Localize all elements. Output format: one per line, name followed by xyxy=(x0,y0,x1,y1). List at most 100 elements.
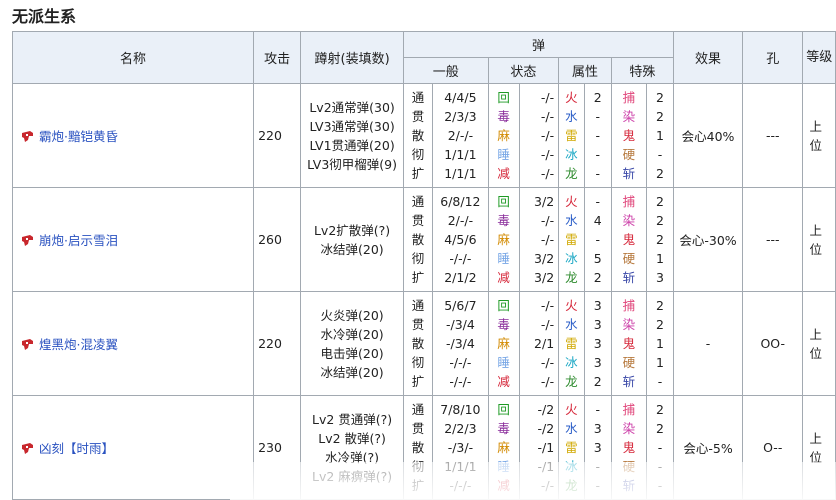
crouch-fire-list-line: 冰结弹(20) xyxy=(320,364,384,380)
rank-value: 上 位 xyxy=(802,187,836,292)
shot-type-list-line: 贯 xyxy=(411,317,425,332)
general-values-line: 2/-/- xyxy=(447,213,474,228)
status-values-line: -/- xyxy=(540,109,555,124)
element-values-line: 5 xyxy=(593,251,602,266)
crouch-fire-list-line: LV1贯通弹(20) xyxy=(309,137,395,153)
element-type-list-line: 冰 xyxy=(565,251,578,266)
status-values-line: -/- xyxy=(540,232,555,247)
effect-value: - xyxy=(673,291,744,396)
status-values-line: -/- xyxy=(540,166,555,181)
crouch-fire-list-line: LV3通常弹(30) xyxy=(309,118,395,134)
element-values-line: - xyxy=(595,166,600,181)
special-type-list-line: 鬼 xyxy=(622,128,636,143)
special-type-list-line: 斩 xyxy=(622,166,636,181)
general-values-line: 4/5/6 xyxy=(444,232,477,247)
status-values-line: 3/2 xyxy=(534,194,555,209)
weapon-name-link[interactable]: 凶刻【时雨】 xyxy=(39,441,114,456)
general-values-line: 1/1/1 xyxy=(444,147,477,162)
general-values: 5/6/7 -/3/4 -/3/4 -/-/- -/-/- xyxy=(432,291,489,396)
status-type-list: 回毒麻睡减 xyxy=(487,187,520,292)
special-type-list-line: 硬 xyxy=(622,147,636,162)
slots-value: --- xyxy=(742,83,804,188)
shot-type-list-line: 通 xyxy=(411,298,425,313)
element-type-list-line: 水 xyxy=(565,317,578,332)
special-values-line: 2 xyxy=(655,298,664,313)
crouch-fire-list-line: Lv2扩散弹(?) xyxy=(313,222,391,238)
status-values: -/- -/- -/- -/- -/- xyxy=(518,83,560,188)
effect-value: 会心40% xyxy=(673,83,744,188)
weapon-name-link[interactable]: 霸炮·黯铠黄昏 xyxy=(39,129,118,144)
shot-type-list-line: 扩 xyxy=(411,166,425,181)
weapon-table: 名称 攻击 蹲射(装填数) 弹 效果 孔 等级 一般 状态 属性 特殊 霸炮·黯… xyxy=(11,31,836,500)
bowgun-icon xyxy=(21,442,34,455)
attack-value: 220 xyxy=(253,83,302,188)
shot-type-list-line: 扩 xyxy=(411,270,425,285)
status-values-line: -/- xyxy=(540,213,555,228)
status-type-list-line: 减 xyxy=(497,166,510,181)
element-type-list-line: 雷 xyxy=(565,336,578,351)
special-values-line: - xyxy=(657,440,663,455)
crouch-fire-list-line: 水冷弹(20) xyxy=(320,326,384,342)
shot-type-list-line: 散 xyxy=(411,440,425,455)
special-type-list: 捕染鬼硬斩 xyxy=(610,291,647,396)
weapon-name-link[interactable]: 煌黑炮·混凌翼 xyxy=(39,337,118,352)
general-values-line: -/-/- xyxy=(449,251,472,266)
special-type-list-line: 捕 xyxy=(622,90,636,105)
crouch-fire-list: 火炎弹(20) 水冷弹(20) 电击弹(20) 冰结弹(20) xyxy=(300,291,404,396)
status-type-list-line: 回 xyxy=(497,194,510,209)
special-values-line: 2 xyxy=(655,109,664,124)
special-values-line: - xyxy=(657,374,663,389)
shot-type-list: 通贯散彻扩 xyxy=(402,291,434,396)
element-type-list-line: 冰 xyxy=(565,355,578,370)
element-type-list-line: 火 xyxy=(565,298,578,313)
special-type-list-line: 染 xyxy=(622,421,636,436)
special-type-list: 捕染鬼硬斩 xyxy=(610,187,647,292)
element-values-line: 2 xyxy=(593,374,602,389)
bowgun-icon xyxy=(21,338,34,351)
status-values-line: -/- xyxy=(540,317,555,332)
special-values-line: 2 xyxy=(655,213,664,228)
header-general: 一般 xyxy=(402,57,489,84)
shot-type-list-line: 贯 xyxy=(411,213,425,228)
special-type-list-line: 染 xyxy=(622,213,636,228)
special-type-list-line: 捕 xyxy=(622,298,636,313)
status-values-line: -/- xyxy=(540,147,555,162)
element-values-line: 3 xyxy=(593,421,602,436)
special-type-list-line: 鬼 xyxy=(622,232,636,247)
element-values-line: 3 xyxy=(593,355,602,370)
effect-value: 会心-30% xyxy=(673,187,744,292)
general-values-line: -/-/- xyxy=(449,355,472,370)
status-type-list-line: 麻 xyxy=(497,440,510,455)
header-attack: 攻击 xyxy=(253,31,302,84)
header-ammo: 蹲射(装填数) xyxy=(300,31,404,84)
status-type-list-line: 睡 xyxy=(497,251,510,266)
special-type-list-line: 鬼 xyxy=(622,336,636,351)
header-slots: 孔 xyxy=(742,31,804,84)
special-values-line: 1 xyxy=(655,355,664,370)
special-values-line: 2 xyxy=(655,402,664,417)
element-values-line: 4 xyxy=(593,213,602,228)
special-values: 2 2 1 - 2 xyxy=(645,83,675,188)
special-type-list-line: 硬 xyxy=(622,251,636,266)
status-type-list-line: 麻 xyxy=(497,128,510,143)
general-values-line: 2/2/3 xyxy=(444,421,477,436)
attack-value: 220 xyxy=(253,291,302,396)
element-type-list-line: 水 xyxy=(565,109,578,124)
shot-type-list-line: 彻 xyxy=(411,355,425,370)
shot-type-list-line: 彻 xyxy=(411,147,425,162)
crouch-fire-list-line: LV3彻甲榴弹(9) xyxy=(307,156,397,172)
weapon-name-cell: 凶刻【时雨】 xyxy=(11,395,255,500)
general-values-line: 2/1/2 xyxy=(444,270,477,285)
rank-value: 上 位 xyxy=(802,291,836,396)
special-values-line: 2 xyxy=(655,90,664,105)
element-values-line: - xyxy=(595,147,600,162)
header-rank-text: 等级 xyxy=(806,50,833,65)
status-type-list: 回毒麻睡减 xyxy=(487,291,520,396)
element-type-list-line: 雷 xyxy=(565,232,578,247)
table-row: 霸炮·黯铠黄昏 220 Lv2通常弹(30) LV3通常弹(30) LV1贯通弹(20)… xyxy=(11,83,836,188)
crouch-fire-list: Lv2扩散弹(?) 冰结弹(20) xyxy=(300,187,404,292)
general-values-line: 4/4/5 xyxy=(444,90,477,105)
weapon-name-link[interactable]: 崩炮·启示雪泪 xyxy=(39,233,118,248)
rank-value: 上 位 xyxy=(802,83,836,188)
status-type-list-line: 麻 xyxy=(497,232,510,247)
